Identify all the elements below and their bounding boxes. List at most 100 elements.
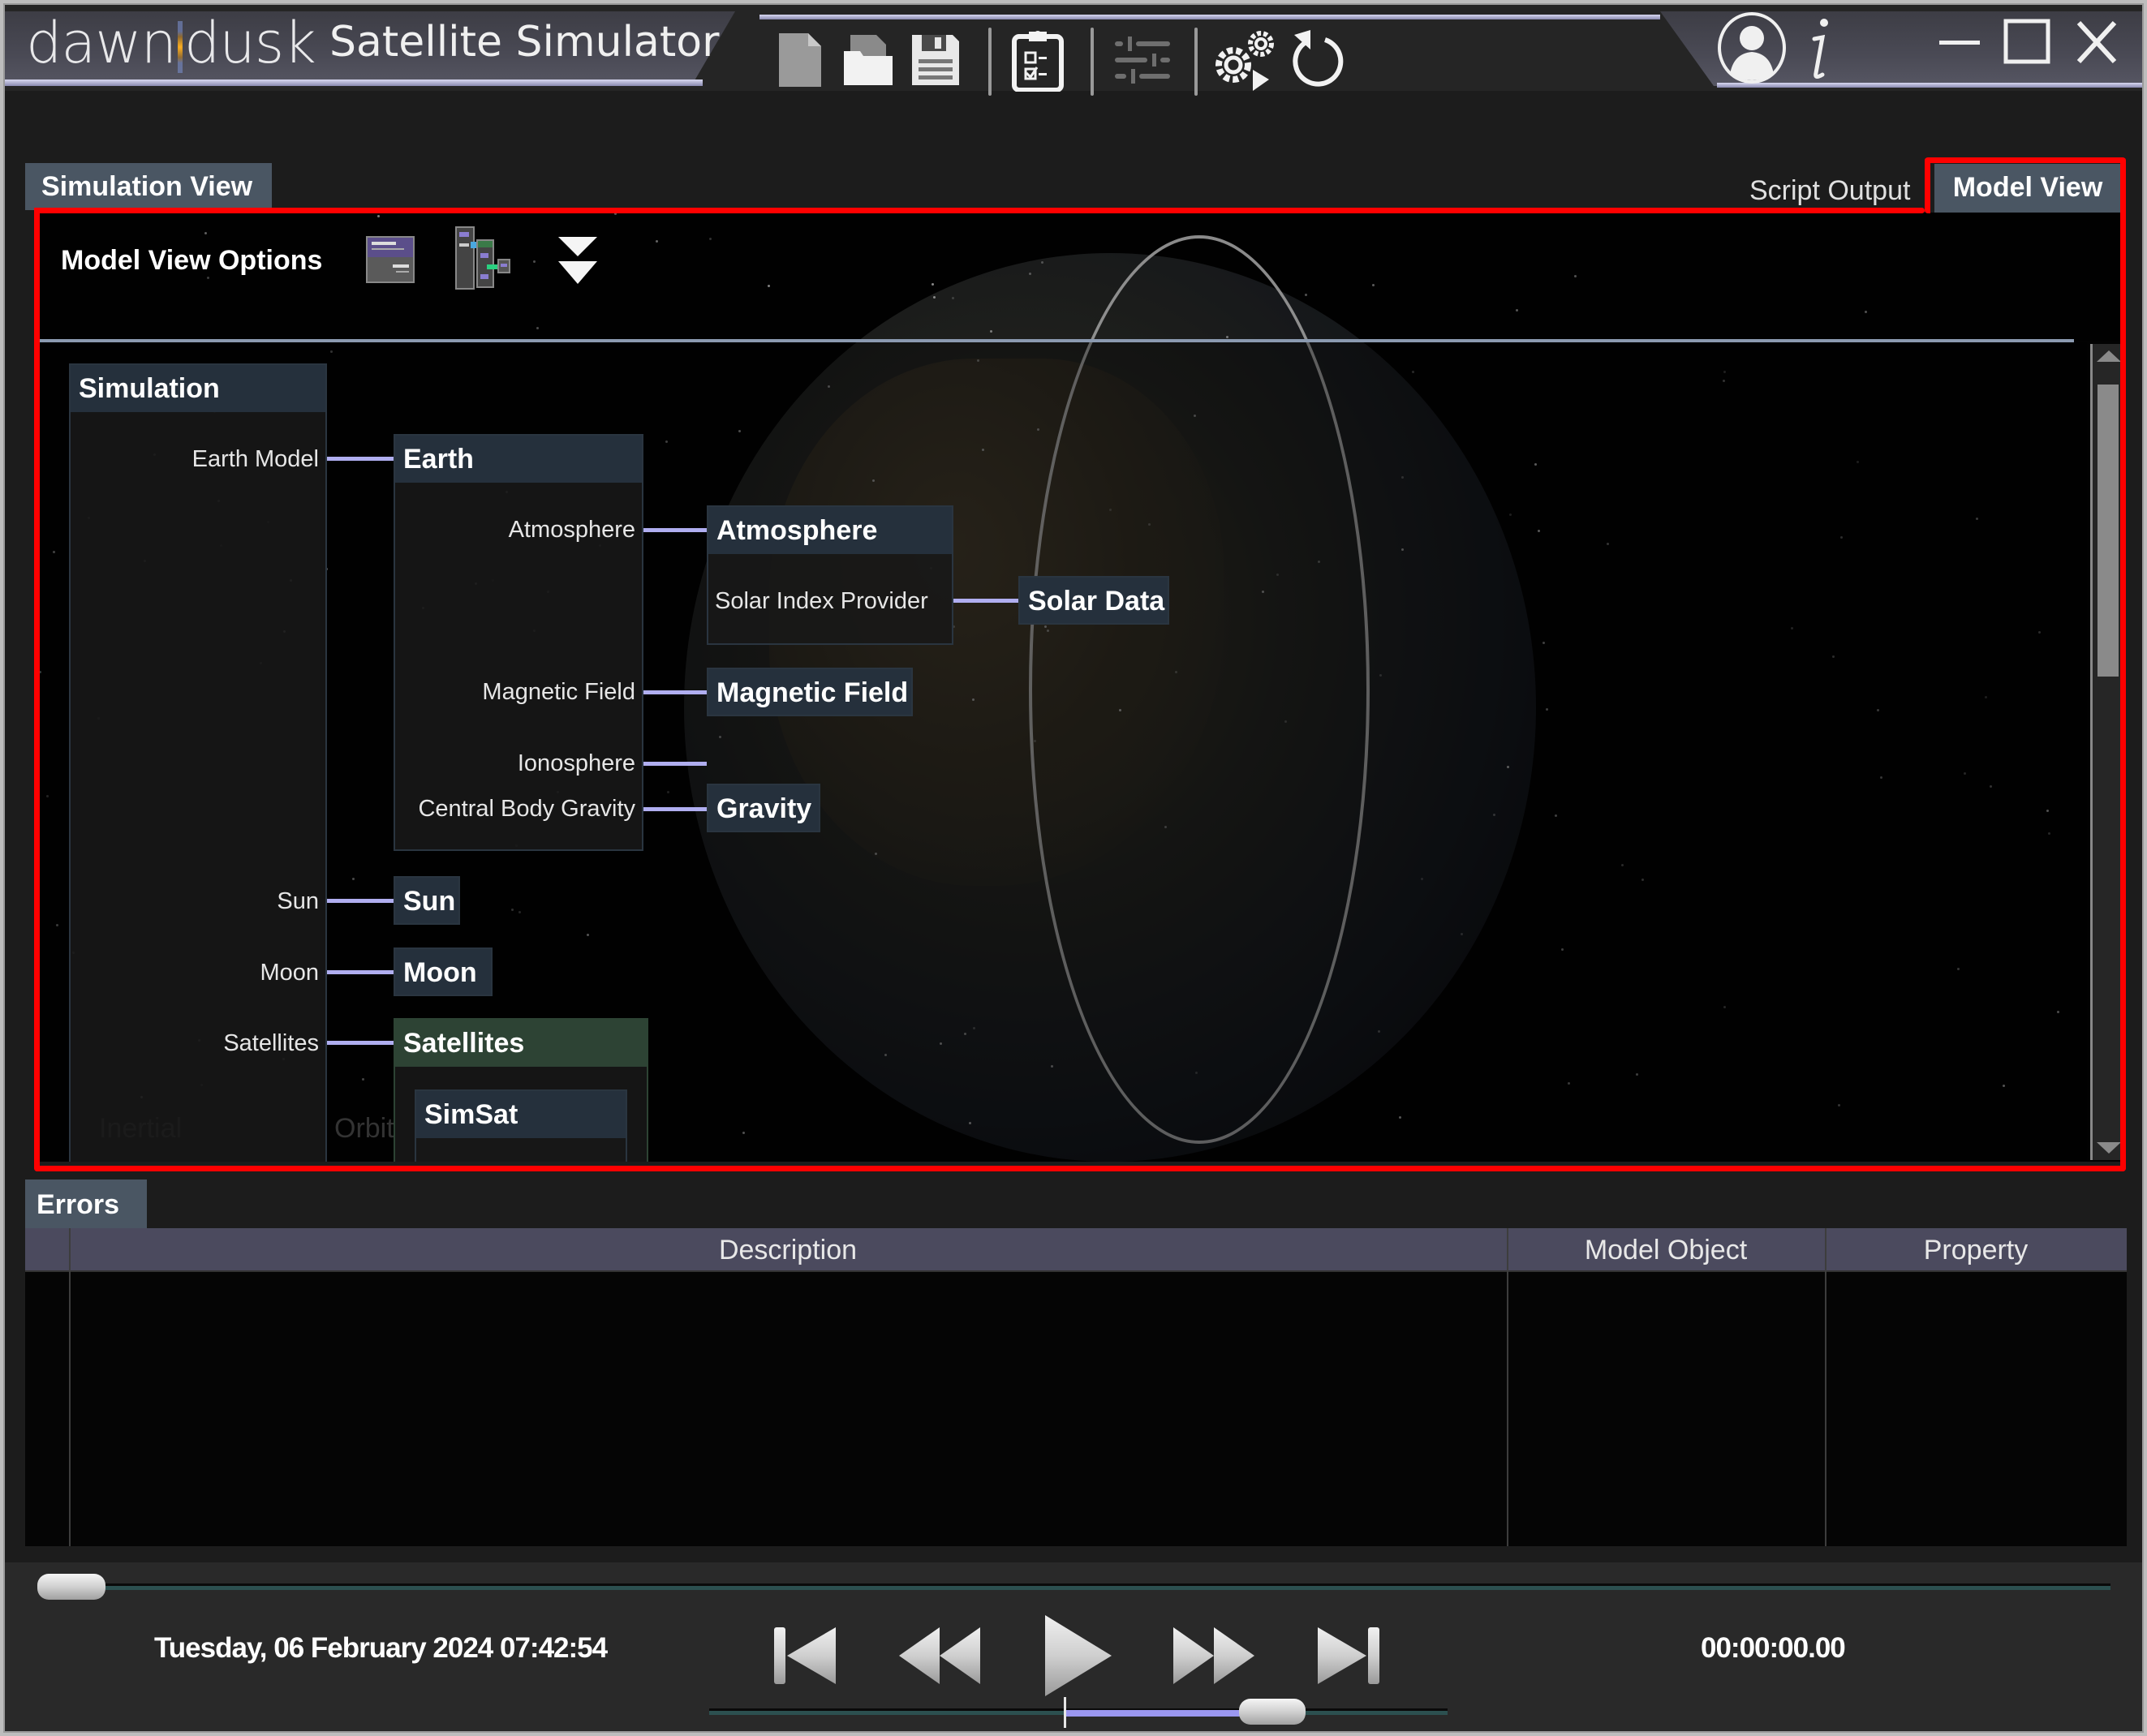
node-magnetic-field[interactable]: Magnetic Field [707,668,913,716]
node-simulation[interactable]: Simulation Earth Model Sun Moon Satellit… [69,363,327,1162]
skip-to-end-button[interactable] [1316,1611,1381,1700]
save-button[interactable] [910,31,962,89]
model-view-options-label: Model View Options [61,245,323,276]
fast-forward-button[interactable] [1172,1611,1256,1700]
scroll-down-arrow-icon[interactable] [2097,1142,2121,1154]
logo-dawn: dawn [26,10,177,76]
port-atmosphere[interactable]: Atmosphere [509,517,635,544]
minimize-button[interactable] [1936,18,1985,67]
toolbar-separator [1091,28,1094,96]
scrollbar-thumb[interactable] [2098,385,2119,677]
expand-tree-button[interactable] [454,226,524,290]
tab-errors[interactable]: Errors [25,1180,147,1228]
scroll-up-arrow-icon[interactable] [2097,350,2121,362]
port-earth-model[interactable]: Earth Model [192,446,319,473]
tree-overlay [39,342,2087,1162]
speed-slider-thumb[interactable] [1238,1699,1306,1725]
port-ionosphere[interactable]: Ionosphere [518,750,635,777]
rewind-icon [899,1627,980,1684]
node-title: Moon [395,949,491,995]
new-file-button[interactable] [776,31,824,89]
port-satellites[interactable]: Satellites [223,1030,319,1057]
open-file-button[interactable] [841,31,897,89]
link-magnetic-field [643,690,707,694]
info-button[interactable] [1798,15,1839,84]
title-bar: dawn dusk Satellite Simulator [5,5,2142,96]
node-title: Earth [395,436,642,483]
play-button[interactable] [1042,1611,1113,1700]
link-ionosphere [643,762,707,766]
model-view-options-bar: Model View Options [39,213,2121,341]
port-central-body-gravity[interactable]: Central Body Gravity [418,796,635,823]
speed-slider-fill [1064,1710,1249,1717]
elapsed-time: 00:00:00.00 [1701,1632,1846,1664]
node-atmosphere[interactable]: Atmosphere Solar Index Provider [707,505,953,645]
port-moon[interactable]: Moon [260,960,319,986]
skip-to-start-icon [774,1627,836,1684]
model-view-scrollbar[interactable] [2090,344,2121,1160]
save-icon [912,35,959,85]
node-title: Atmosphere [708,507,952,554]
speed-slider-origin [1064,1697,1066,1728]
user-button[interactable] [1715,11,1788,84]
minimize-icon [1939,41,1980,45]
checklist-button[interactable] [1009,31,1066,92]
expand-all-button[interactable] [555,234,600,287]
title-edge [759,15,1660,19]
port-magnetic-field[interactable]: Magnetic Field [482,679,635,706]
axis-label-orbit: Orbit [334,1113,394,1144]
skip-to-start-button[interactable] [772,1611,837,1700]
port-sun[interactable]: Sun [277,888,319,915]
link-solar-index [953,599,1018,603]
node-simsat[interactable]: SimSat [415,1089,627,1162]
app-window: dawn dusk Satellite Simulator Simulation… [3,3,2144,1733]
close-icon [2076,20,2117,64]
port-solar-index-provider[interactable]: Solar Index Provider [715,588,928,615]
errors-table: Description Model Object Property [25,1228,2127,1546]
toolbar-separator [988,28,992,96]
toolbar-separator [1194,28,1198,96]
timeline-slider[interactable] [62,1583,2110,1590]
node-title: Magnetic Field [708,669,911,715]
close-button[interactable] [2072,18,2121,67]
node-solar-data[interactable]: Solar Data [1018,576,1169,625]
node-title: Gravity [708,785,819,831]
maximize-icon [2003,19,2050,64]
sliders-button[interactable] [1110,31,1175,89]
sliders-icon [1115,37,1170,84]
column-property[interactable]: Property [1825,1228,2127,1272]
column-model-object[interactable]: Model Object [1507,1228,1825,1272]
link-sun [327,899,394,903]
tab-script-output[interactable]: Script Output [1733,167,1926,215]
node-satellites[interactable]: Satellites SimSat [394,1018,648,1162]
node-earth[interactable]: Earth Atmosphere Magnetic Field Ionosphe… [394,434,643,851]
model-view-panel: Model View Options Orbit Simulation Eart… [39,213,2121,1162]
node-moon[interactable]: Moon [394,947,493,996]
tab-model-view[interactable]: Model View [1934,164,2121,214]
skip-to-end-icon [1318,1627,1379,1684]
fast-forward-icon [1173,1627,1254,1684]
maximize-button[interactable] [2003,18,2051,67]
logo-dusk: dusk [183,10,316,76]
rewind-button[interactable] [897,1611,982,1700]
column-description[interactable]: Description [69,1228,1507,1272]
checklist-icon [1012,31,1064,92]
title-edge [5,79,703,86]
node-sun[interactable]: Sun [394,876,460,925]
node-title: SimSat [416,1091,626,1138]
column-divider [1825,1228,1826,1546]
expanded-tree-icon [455,226,510,290]
run-settings-button[interactable] [1210,31,1283,91]
expand-all-icon [558,237,597,284]
timeline-slider-thumb[interactable] [37,1574,105,1600]
column-divider [1507,1228,1508,1546]
node-title: Simulation [71,365,325,412]
play-icon [1045,1615,1112,1696]
tab-simulation-view[interactable]: Simulation View [25,163,272,210]
app-logo: dawn dusk [26,10,316,76]
link-moon [327,970,394,974]
reset-button[interactable] [1285,30,1345,89]
node-gravity[interactable]: Gravity [707,784,820,832]
collapse-nodes-button[interactable] [365,235,415,284]
user-icon [1718,12,1786,84]
